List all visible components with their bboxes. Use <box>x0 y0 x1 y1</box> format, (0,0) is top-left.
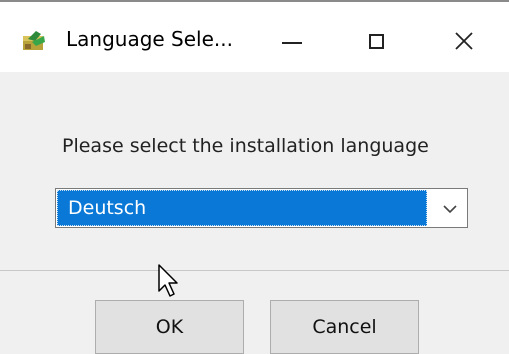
maximize-button[interactable] <box>346 16 406 66</box>
close-icon <box>455 32 473 50</box>
chevron-down-icon[interactable] <box>439 199 461 219</box>
title-bar[interactable]: Language Sele... <box>0 2 509 72</box>
minimize-button[interactable] <box>262 16 322 66</box>
minimize-icon <box>282 42 302 44</box>
close-button[interactable] <box>434 16 494 66</box>
cancel-button[interactable]: Cancel <box>270 300 419 354</box>
window-title: Language Sele... <box>66 27 233 51</box>
installer-app-icon <box>23 31 45 50</box>
language-selection-dialog: Language Sele... Please select the insta… <box>0 0 509 354</box>
maximize-icon <box>368 33 384 49</box>
mouse-pointer-icon <box>158 264 178 297</box>
language-prompt: Please select the installation language <box>62 135 429 157</box>
selected-language[interactable]: Deutsch <box>57 190 427 226</box>
separator <box>0 270 509 271</box>
language-select[interactable]: Deutsch <box>55 188 468 228</box>
ok-button[interactable]: OK <box>95 300 244 354</box>
